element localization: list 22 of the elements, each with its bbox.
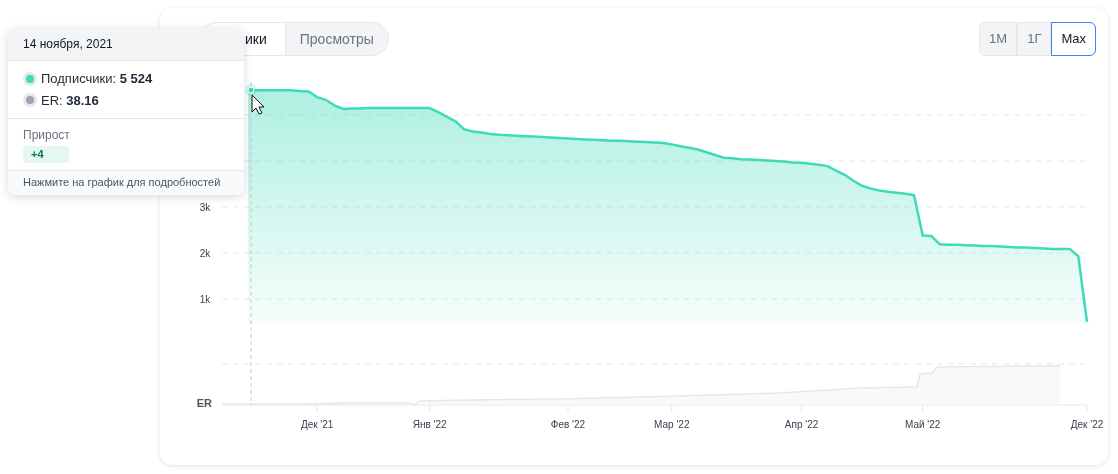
x-tick-label: Май '22 (904, 419, 941, 430)
x-tick-label: Мар '22 (654, 419, 690, 430)
y-tick-label: 2k (199, 248, 211, 259)
er-axis-label: ER (196, 397, 212, 409)
hover-point (245, 84, 257, 96)
range-button[interactable]: Max (1051, 22, 1096, 56)
y-tick-label: 1k (199, 294, 211, 305)
growth-label: Прирост (23, 127, 70, 144)
x-tick-label: Янв '22 (412, 419, 447, 430)
x-tick-label: Дек '21 (300, 419, 334, 430)
x-tick-label: Дек '22 (1070, 419, 1104, 430)
series-value: ER: 38.16 (41, 91, 99, 110)
cursor-icon (251, 94, 265, 115)
growth-badge: +4 (23, 146, 69, 163)
series-value: Подписчики: 5 524 (41, 70, 153, 88)
range-button[interactable]: 1M (979, 22, 1018, 56)
tooltip-hint: Нажмите на график для подробностей (23, 175, 221, 191)
x-tick-label: Апр '22 (784, 419, 819, 430)
x-tick-label: Фев '22 (550, 419, 586, 430)
y-tick-label: 3k (199, 202, 211, 213)
range-button[interactable]: 1Г (1017, 22, 1052, 56)
tooltip-date: 14 ноября, 2021 (23, 36, 113, 53)
